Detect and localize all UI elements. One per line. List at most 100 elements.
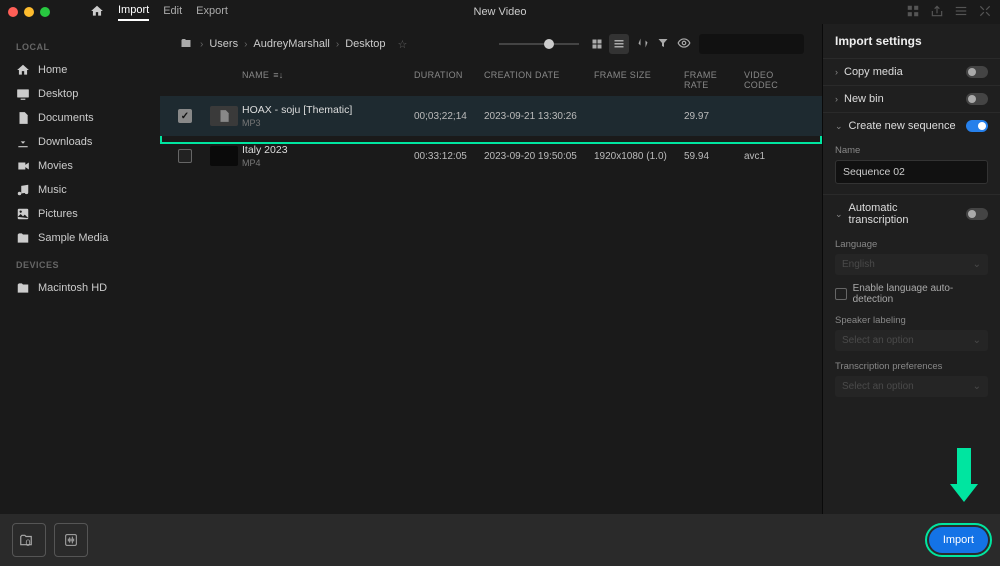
tab-export[interactable]: Export [196,5,228,20]
sequence-name-input[interactable] [835,160,988,184]
breadcrumb-users[interactable]: Users [209,38,238,50]
sidebar-label: Pictures [38,208,78,220]
col-duration[interactable]: DURATION [414,70,484,90]
audio-button[interactable] [54,523,88,557]
sidebar-label: Movies [38,160,73,172]
col-creation-date[interactable]: CREATION DATE [484,70,594,90]
sidebar-item-downloads[interactable]: Downloads [0,130,160,154]
chevron-down-icon: ⌄ [835,121,843,132]
file-row[interactable]: Italy 2023 MP4 00:33:12:05 2023-09-20 19… [160,136,822,176]
chevron-down-icon: ⌄ [973,335,981,346]
col-video-codec[interactable]: VIDEO CODEC [744,70,804,90]
section-create-sequence[interactable]: ⌄ Create new sequence [823,112,1000,139]
file-browser: › Users › AudreyMarshall › Desktop ☆ [160,24,822,514]
sidebar-header-devices: DEVICES [0,250,160,276]
cell-creation: 2023-09-21 13:30:26 [484,111,594,122]
create-sequence-toggle[interactable] [966,120,988,132]
file-ext: MP3 [242,118,414,128]
sort-icon[interactable] [637,37,649,52]
sidebar-item-home[interactable]: Home [0,58,160,82]
preview-icon[interactable] [677,36,691,53]
import-button[interactable]: Import [929,527,988,553]
list-view-button[interactable] [609,34,629,54]
breadcrumb-sep: › [244,39,247,50]
maximize-window[interactable] [40,7,50,17]
list-icon[interactable] [954,4,968,21]
tab-import[interactable]: Import [118,4,149,21]
file-ext: MP4 [242,158,414,168]
titlebar: Import Edit Export New Video [0,0,1000,24]
row-checkbox[interactable] [178,149,192,163]
select-value: English [842,259,875,270]
chevron-right-icon: › [835,94,838,104]
field-label: Transcription preferences [835,361,988,372]
field-label: Name [835,145,988,156]
select-value: Select an option [842,335,914,346]
sidebar-item-sample-media[interactable]: Sample Media [0,226,160,250]
copy-media-toggle[interactable] [966,66,988,78]
sidebar-item-desktop[interactable]: Desktop [0,82,160,106]
cell-creation: 2023-09-20 19:50:05 [484,151,594,162]
import-settings-panel: Import settings › Copy media › New bin ⌄… [822,24,1000,514]
sidebar-label: Downloads [38,136,92,148]
field-label: Language [835,239,988,250]
section-label: Copy media [844,66,960,78]
transcription-pref-select[interactable]: Select an option⌄ [835,376,988,397]
section-new-bin[interactable]: › New bin [823,85,1000,112]
breadcrumb-sep: › [336,39,339,50]
chevron-down-icon: ⌄ [973,381,981,392]
sidebar-label: Desktop [38,88,78,100]
folder-icon[interactable] [178,37,194,52]
col-name[interactable]: NAME [242,70,269,80]
tab-edit[interactable]: Edit [163,5,182,20]
bin-count: 0 [25,538,30,548]
lang-auto-checkbox[interactable] [835,288,847,300]
table-header: NAME ≡↓ DURATION CREATION DATE FRAME SIZE… [160,64,822,96]
workspace-icon[interactable] [906,4,920,21]
file-name: Italy 2023 [242,144,414,156]
cell-duration: 00:33:12:05 [414,151,484,162]
cell-duration: 00;03;22;14 [414,111,484,122]
auto-transcription-toggle[interactable] [966,208,988,220]
sidebar-item-documents[interactable]: Documents [0,106,160,130]
file-row[interactable]: HOAX - soju [Thematic] MP3 00;03;22;14 2… [160,96,822,136]
sidebar-item-pictures[interactable]: Pictures [0,202,160,226]
bottom-bar: 0 Import [0,514,1000,566]
breadcrumb-row: › Users › AudreyMarshall › Desktop ☆ [160,24,822,64]
new-bin-toggle[interactable] [966,93,988,105]
cell-codec: avc1 [744,151,804,162]
search-input[interactable] [699,34,804,54]
section-auto-transcription[interactable]: ⌄ Automatic transcription [823,194,1000,233]
breadcrumb-sep: › [200,39,203,50]
sidebar-item-macintosh-hd[interactable]: Macintosh HD [0,276,160,300]
cell-framerate: 59.94 [684,151,744,162]
file-thumbnail [210,106,238,126]
language-select[interactable]: English⌄ [835,254,988,275]
cell-framesize: 1920x1080 (1.0) [594,151,684,162]
sidebar-item-music[interactable]: Music [0,178,160,202]
file-thumbnail [210,146,238,166]
breadcrumb-user[interactable]: AudreyMarshall [253,38,329,50]
sidebar: LOCAL Home Desktop Documents Downloads M… [0,24,160,514]
favorite-star-icon[interactable]: ☆ [398,38,408,51]
sort-indicator-icon: ≡↓ [273,70,283,80]
home-icon[interactable] [90,4,104,21]
col-frame-size[interactable]: FRAME SIZE [594,70,684,90]
col-frame-rate[interactable]: FRAME RATE [684,70,744,90]
share-icon[interactable] [930,4,944,21]
thumbnail-size-slider[interactable] [499,43,579,45]
close-window[interactable] [8,7,18,17]
filter-icon[interactable] [657,37,669,52]
grid-view-button[interactable] [587,34,607,54]
new-bin-button[interactable]: 0 [12,523,46,557]
sidebar-label: Documents [38,112,94,124]
section-label: New bin [844,93,960,105]
minimize-window[interactable] [24,7,34,17]
sidebar-header-local: LOCAL [0,32,160,58]
speaker-select[interactable]: Select an option ⌄ [835,330,988,351]
sidebar-item-movies[interactable]: Movies [0,154,160,178]
breadcrumb-desktop[interactable]: Desktop [345,38,385,50]
section-copy-media[interactable]: › Copy media [823,58,1000,85]
row-checkbox[interactable] [178,109,192,123]
fullscreen-icon[interactable] [978,4,992,21]
